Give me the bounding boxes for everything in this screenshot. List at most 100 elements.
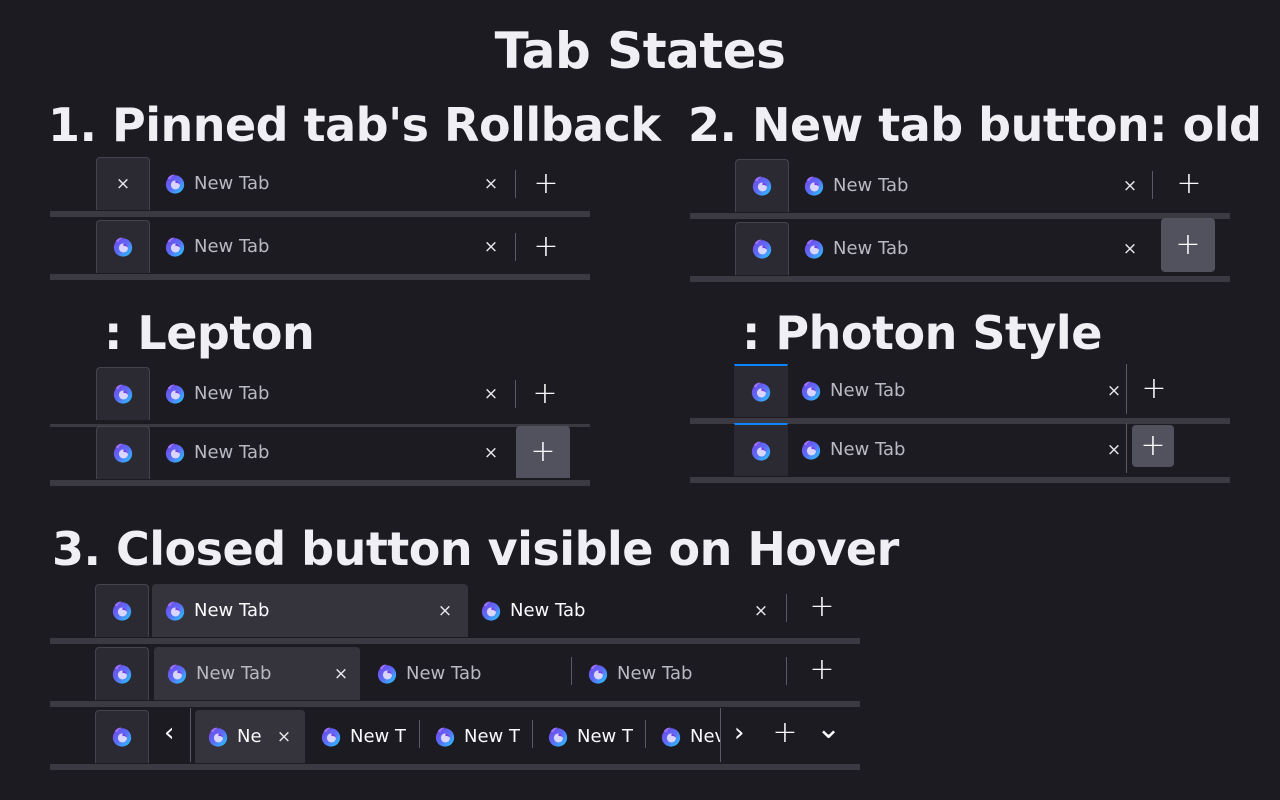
tab-label: New T [350, 726, 406, 747]
close-icon[interactable]: × [1119, 238, 1141, 260]
pinned-tab[interactable] [96, 220, 150, 273]
pinned-tab[interactable] [734, 423, 788, 476]
tab[interactable]: New T [308, 710, 418, 763]
tab-label: New Tab [194, 173, 270, 194]
close-icon[interactable]: × [750, 600, 772, 622]
tab[interactable]: New Tab × [788, 423, 1125, 476]
tab-label: New Tab [194, 442, 270, 463]
firefox-logo-icon [111, 726, 133, 748]
tab[interactable]: New Tab × [468, 584, 784, 637]
scroll-right-button[interactable]: › [734, 720, 744, 746]
tab-label: New Tab [406, 663, 482, 684]
new-tab-button[interactable]: + [1169, 169, 1209, 199]
section-3-title: 3. Closed button visible on Hover [52, 522, 899, 576]
new-tab-button[interactable]: + [525, 379, 565, 409]
tab-strip: New Tab × + [690, 421, 1230, 483]
tab-label: New Tab [830, 380, 906, 401]
tab-strip: New Tab × + [50, 365, 590, 427]
pinned-tab[interactable] [95, 584, 149, 637]
firefox-logo-icon [164, 600, 186, 622]
page-title: Tab States [494, 22, 786, 80]
tab[interactable]: New Tab × [788, 364, 1125, 417]
tab-label: New Tab [833, 175, 909, 196]
firefox-logo-icon [480, 600, 502, 622]
new-tab-button[interactable]: + [765, 718, 805, 748]
tab-strip: New Tab × New Tab × + [50, 582, 860, 644]
close-icon[interactable]: × [1103, 439, 1125, 461]
firefox-logo-icon [587, 663, 609, 685]
close-icon[interactable]: × [330, 663, 352, 685]
pinned-tab[interactable] [735, 159, 789, 212]
firefox-logo-icon [111, 663, 133, 685]
tab-strip: New Tab × + [690, 157, 1230, 219]
new-tab-button[interactable]: + [1132, 425, 1174, 467]
new-tab-button[interactable]: + [526, 169, 566, 199]
firefox-logo-icon [207, 726, 229, 748]
pinned-tab[interactable] [96, 367, 150, 420]
tab[interactable]: New Tab × [152, 220, 502, 273]
section-2b-title: : Photon Style [742, 306, 1102, 360]
firefox-logo-icon [164, 236, 186, 258]
new-tab-button[interactable]: + [802, 592, 842, 622]
tab-label: New Tab [194, 236, 270, 257]
new-tab-button[interactable]: + [1134, 374, 1174, 404]
close-icon[interactable]: × [480, 236, 502, 258]
pinned-tab[interactable]: × [96, 157, 150, 210]
tab[interactable]: Nev [648, 710, 720, 763]
tab[interactable]: New Tab [575, 647, 785, 700]
firefox-logo-icon [660, 726, 682, 748]
tab[interactable]: Ne × [195, 710, 305, 763]
close-icon[interactable]: × [1103, 380, 1125, 402]
tab[interactable]: New Tab × [152, 157, 502, 210]
new-tab-button[interactable]: + [802, 655, 842, 685]
tab[interactable]: New Tab × [152, 426, 502, 479]
tab-strip: × New Tab × + [50, 155, 590, 217]
firefox-logo-icon [434, 726, 456, 748]
new-tab-button[interactable]: + [1161, 218, 1215, 272]
firefox-logo-icon [547, 726, 569, 748]
close-icon[interactable]: × [1119, 175, 1141, 197]
scroll-left-button[interactable]: ‹ [164, 720, 174, 746]
firefox-logo-icon [803, 238, 825, 260]
tab[interactable]: New Tab × [152, 367, 502, 420]
tab[interactable]: New T [422, 710, 532, 763]
firefox-logo-icon [112, 236, 134, 258]
section-1b-title: : Lepton [104, 306, 315, 360]
new-tab-button[interactable]: + [516, 426, 570, 478]
firefox-logo-icon [803, 175, 825, 197]
tab-label: New Tab [194, 600, 270, 621]
close-icon[interactable]: × [480, 173, 502, 195]
list-all-tabs-button[interactable]: ⌄ [816, 714, 841, 744]
tab[interactable]: New T [535, 710, 645, 763]
tab-label: New T [577, 726, 633, 747]
tab-label: Ne [237, 726, 262, 747]
firefox-logo-icon [320, 726, 342, 748]
close-icon[interactable]: × [480, 442, 502, 464]
firefox-logo-icon [164, 173, 186, 195]
tab[interactable]: New Tab × [154, 647, 360, 700]
tab-label: New Tab [830, 439, 906, 460]
pinned-tab[interactable] [95, 710, 149, 763]
tab[interactable]: New Tab [364, 647, 570, 700]
pinned-tab[interactable] [734, 364, 788, 417]
firefox-logo-icon [164, 442, 186, 464]
pinned-tab[interactable] [735, 222, 789, 275]
firefox-logo-icon [751, 238, 773, 260]
close-icon[interactable]: × [273, 726, 295, 748]
pinned-tab[interactable] [95, 647, 149, 700]
close-icon[interactable]: × [480, 383, 502, 405]
tab-strip: New Tab × + [50, 424, 590, 486]
tab[interactable]: New Tab × [791, 222, 1141, 275]
new-tab-button[interactable]: + [526, 232, 566, 262]
firefox-logo-icon [164, 383, 186, 405]
firefox-logo-icon [750, 440, 772, 462]
close-icon[interactable]: × [434, 600, 456, 622]
firefox-logo-icon [112, 383, 134, 405]
tab-label: New T [464, 726, 520, 747]
tab[interactable]: New Tab × [791, 159, 1141, 212]
tab-label: Nev [690, 726, 720, 747]
tab[interactable]: New Tab × [152, 584, 468, 637]
tab-label: New Tab [617, 663, 693, 684]
close-icon[interactable]: × [112, 173, 134, 195]
pinned-tab[interactable] [96, 426, 150, 479]
